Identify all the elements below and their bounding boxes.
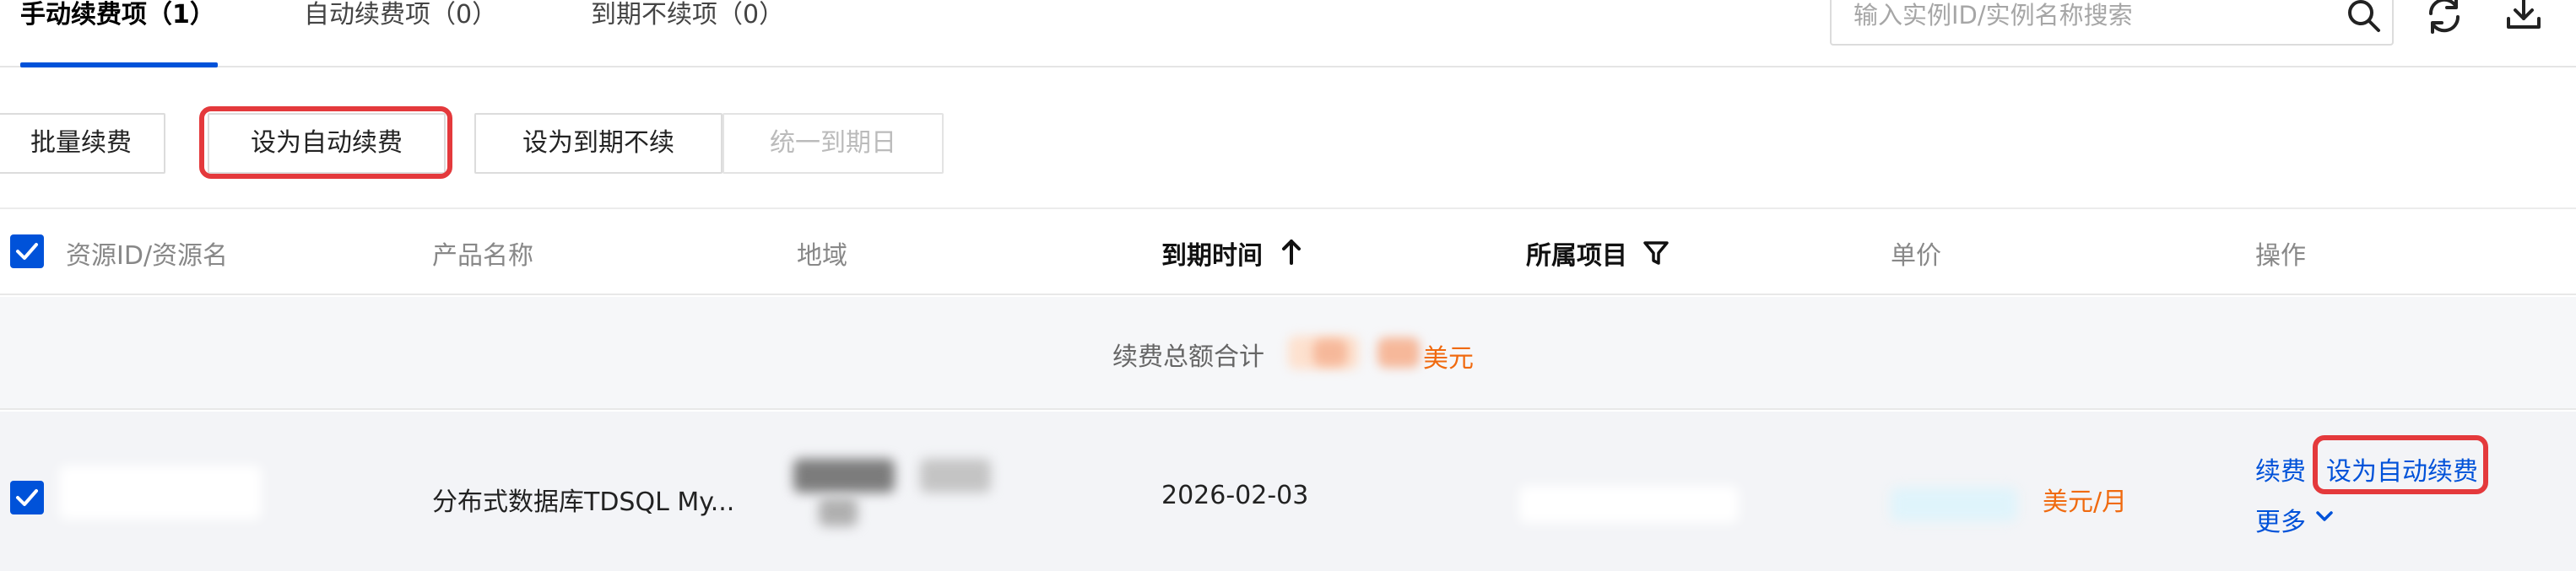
refresh-icon[interactable] (2422, 0, 2466, 37)
checkbox-checked-icon (16, 243, 38, 260)
summary-currency: 美元 (1423, 344, 1474, 374)
select-all-checkbox[interactable] (10, 234, 44, 268)
search-icon[interactable] (2343, 0, 2384, 35)
redacted-amount (1313, 339, 1347, 366)
col-project: 所属项目 (1526, 241, 1627, 271)
tab-auto-renew[interactable]: 自动续费项（0） (304, 0, 497, 34)
row-checkbox[interactable] (10, 481, 44, 514)
product-name: 分布式数据库TDSQL My... (432, 488, 735, 517)
download-icon[interactable] (2502, 0, 2546, 37)
col-product: 产品名称 (432, 241, 533, 271)
price-unit: 美元/月 (2043, 488, 2128, 517)
redacted-project (1519, 486, 1739, 523)
col-expiry[interactable]: 到期时间 (1161, 234, 1263, 272)
batch-renew-button[interactable]: 批量续费 (0, 113, 165, 174)
filter-icon[interactable] (1642, 240, 1670, 267)
renew-link[interactable]: 续费 (2255, 450, 2306, 488)
active-tab-indicator (20, 62, 218, 67)
redacted-resource-id (59, 466, 262, 520)
redacted-region (920, 459, 991, 493)
search-input[interactable] (1854, 0, 2326, 32)
redacted-region (819, 498, 858, 526)
more-link[interactable]: 更多 (2255, 501, 2306, 538)
unify-expiry-button: 统一到期日 (722, 113, 944, 174)
highlight-box (199, 106, 452, 179)
redacted-region (793, 459, 895, 493)
sort-up-icon[interactable] (1280, 238, 1303, 267)
highlight-box (2313, 435, 2488, 494)
tab-no-renew[interactable]: 到期不续项（0） (591, 0, 784, 34)
summary-label: 续费总额合计 (1112, 342, 1264, 372)
table-row: 分布式数据库TDSQL My... 2026-02-03 美元/月 续费 设为自… (0, 412, 2576, 571)
redacted-price (1891, 488, 2017, 521)
tab-manual-renew[interactable]: 手动续费项（1） (20, 0, 215, 34)
table-header: 资源ID/资源名 产品名称 地域 到期时间 所属项目 单价 操作 (0, 209, 2576, 295)
set-no-renew-button[interactable]: 设为到期不续 (474, 113, 722, 174)
col-resource: 资源ID/资源名 (66, 241, 229, 271)
checkbox-checked-icon (16, 489, 38, 506)
col-region: 地域 (797, 241, 847, 271)
summary-row: 续费总额合计 美元 (0, 297, 2576, 410)
search-box (1830, 0, 2394, 46)
expiry-date: 2026-02-03 (1161, 481, 1309, 510)
tab-bar: 手动续费项（1） 自动续费项（0） 到期不续项（0） (0, 0, 2576, 67)
redacted-amount (1377, 337, 1420, 368)
col-actions: 操作 (2255, 241, 2306, 271)
chevron-down-icon[interactable] (2314, 508, 2335, 525)
col-unit-price: 单价 (1891, 241, 1941, 271)
